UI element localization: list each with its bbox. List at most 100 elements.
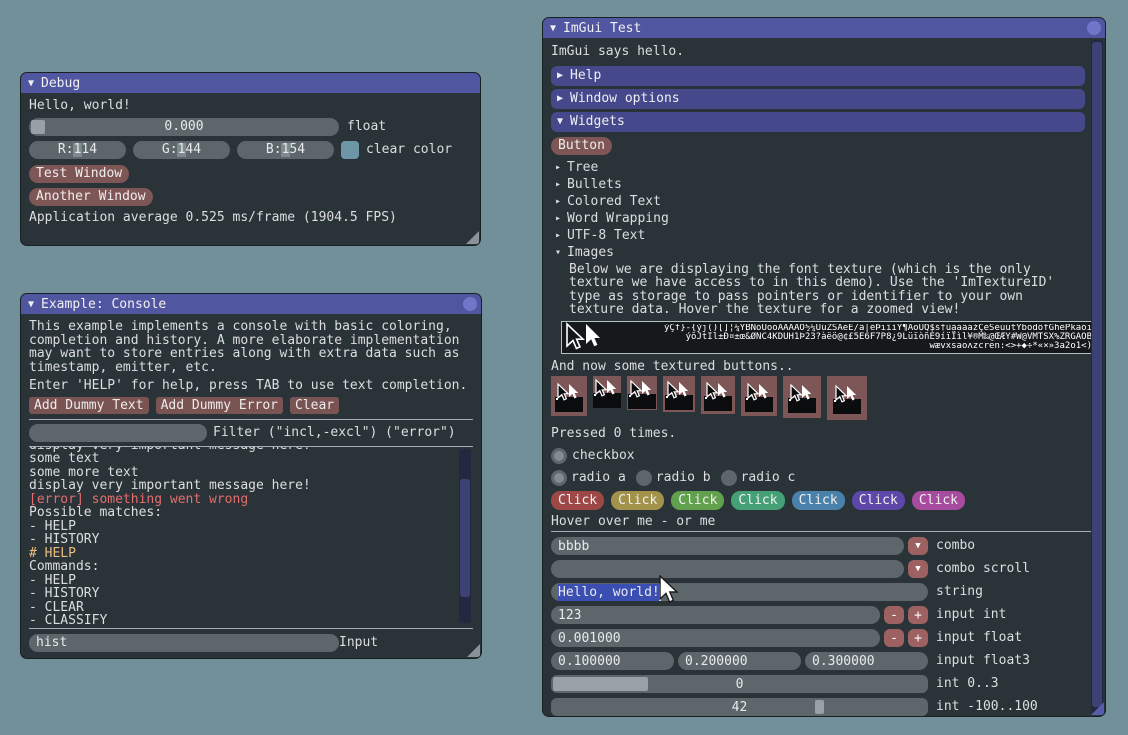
slider-int-b[interactable]: 42 — [551, 698, 928, 716]
log-line: - HISTORY — [29, 533, 473, 547]
tree-item-tree[interactable]: ▸Tree — [555, 161, 1097, 175]
combo-arrow-icon: ▼ — [915, 541, 920, 551]
image-button[interactable] — [741, 376, 777, 416]
font-texture-image[interactable]: ýÇf}-{ýj()[]¦¼ÝBÑòÙöóÄÂÀÀÖ½¼ÙúŽŠÂéÉ/â|èÞ… — [561, 321, 1093, 354]
tree-item-utf-8-text[interactable]: ▸UTF-8 Text — [555, 229, 1097, 243]
cursor-texture-icon — [745, 397, 773, 412]
input-float3-z[interactable]: 0.300000 — [805, 652, 928, 670]
image-button[interactable] — [663, 376, 695, 412]
hello-world-text: Hello, world! — [29, 99, 472, 113]
another-window-button[interactable]: Another Window — [29, 188, 153, 206]
radio-button-a[interactable] — [551, 470, 567, 486]
drag-blue[interactable]: B:154 — [237, 141, 334, 159]
drag-red[interactable]: R:114 — [29, 141, 126, 159]
input-float3-x[interactable]: 0.100000 — [551, 652, 674, 670]
combo-box[interactable]: bbbb — [551, 537, 904, 555]
cursor-glyphs-icon — [564, 322, 608, 352]
input-int-row: 123 - + input int — [551, 606, 1097, 624]
slider-int-a[interactable]: 0 — [551, 675, 928, 693]
image-button[interactable] — [827, 376, 867, 420]
radio-button-b[interactable] — [636, 470, 652, 486]
console-titlebar[interactable]: ▼ Example: Console — [21, 294, 481, 314]
input-float3-y[interactable]: 0.200000 — [678, 652, 801, 670]
increment-button[interactable]: + — [908, 629, 928, 647]
collapse-triangle-icon[interactable]: ▼ — [28, 299, 34, 310]
click-button-3[interactable]: Click — [731, 491, 784, 510]
hover-text[interactable]: Hover over me - or me — [551, 515, 1097, 529]
combo-arrow-button[interactable]: ▼ — [908, 537, 928, 555]
tree-item-images[interactable]: ▾Images — [555, 246, 1097, 260]
click-button-4[interactable]: Click — [792, 491, 845, 510]
log-scrollbar-thumb[interactable] — [460, 479, 470, 597]
collapse-triangle-icon[interactable]: ▼ — [28, 78, 34, 89]
image-button[interactable] — [593, 376, 621, 408]
resize-grip[interactable] — [466, 231, 479, 244]
log-line: - HELP — [29, 520, 473, 534]
image-button[interactable] — [627, 376, 657, 410]
radio-button-c[interactable] — [721, 470, 737, 486]
click-button-5[interactable]: Click — [852, 491, 905, 510]
header-window-options[interactable]: ▶ Window options — [551, 89, 1085, 109]
image-button[interactable] — [551, 376, 587, 416]
click-button-1[interactable]: Click — [611, 491, 664, 510]
image-button[interactable] — [783, 376, 821, 418]
add-dummy-text-button[interactable]: Add Dummy Text — [29, 397, 149, 414]
combo-row: bbbb ▼ combo — [551, 537, 1097, 555]
slider-int-b-row: 42 int -100..100 — [551, 698, 1097, 716]
image-button[interactable] — [701, 376, 735, 414]
clear-color-label: clear color — [366, 142, 452, 157]
string-input-label: string — [936, 583, 983, 601]
decrement-button[interactable]: - — [884, 606, 904, 624]
close-button[interactable] — [1087, 21, 1101, 35]
log-line: display very important message here! — [29, 479, 473, 493]
combo-scroll-arrow-button[interactable]: ▼ — [908, 560, 928, 578]
click-button-6[interactable]: Click — [912, 491, 965, 510]
imgui-hello-text: ImGui says hello. — [551, 45, 1097, 59]
checkbox[interactable] — [551, 448, 567, 464]
string-input[interactable]: Hello, world! — [551, 583, 928, 601]
header-help[interactable]: ▶ Help — [551, 66, 1085, 86]
images-description-text: Below we are displaying the font texture… — [569, 263, 1069, 317]
tree-item-colored-text[interactable]: ▸Colored Text — [555, 195, 1097, 209]
radio-label: radio a — [571, 470, 626, 485]
test-window-button[interactable]: Test Window — [29, 165, 129, 183]
imgui-titlebar[interactable]: ▼ ImGui Test — [543, 18, 1105, 38]
click-button-0[interactable]: Click — [551, 491, 604, 510]
resize-grip[interactable] — [1091, 702, 1104, 715]
add-dummy-error-button[interactable]: Add Dummy Error — [156, 397, 283, 414]
log-line: - CLEAR — [29, 601, 473, 615]
decrement-button[interactable]: - — [884, 629, 904, 647]
increment-button[interactable]: + — [908, 606, 928, 624]
tree-item-bullets[interactable]: ▸Bullets — [555, 178, 1097, 192]
clear-button[interactable]: Clear — [290, 397, 339, 414]
tree-item-label: Bullets — [567, 177, 622, 192]
debug-titlebar[interactable]: ▼ Debug — [21, 73, 480, 93]
log-line: # HELP — [29, 547, 473, 561]
console-help-text: Enter 'HELP' for help, press TAB to use … — [29, 379, 473, 393]
float-slider[interactable]: 0.000 — [29, 118, 339, 136]
tree-item-word-wrapping[interactable]: ▸Word Wrapping — [555, 212, 1097, 226]
button-widget[interactable]: Button — [551, 137, 612, 155]
window-scrollbar-thumb[interactable] — [1092, 42, 1102, 707]
input-float-field[interactable]: 0.001000 — [551, 629, 880, 647]
collapse-triangle-icon[interactable]: ▼ — [550, 23, 556, 34]
console-input[interactable]: hist — [29, 634, 339, 652]
resize-grip[interactable] — [467, 644, 480, 657]
combo-arrow-icon: ▼ — [915, 564, 920, 574]
filter-input[interactable] — [29, 424, 207, 442]
log-line: Commands: — [29, 560, 473, 574]
click-button-2[interactable]: Click — [671, 491, 724, 510]
drag-green[interactable]: G:144 — [133, 141, 230, 159]
close-button[interactable] — [463, 297, 477, 311]
window-scrollbar[interactable] — [1091, 40, 1103, 713]
input-int-label: input int — [936, 606, 1006, 624]
log-scrollbar[interactable] — [459, 449, 471, 623]
color-swatch[interactable] — [341, 141, 359, 159]
combo-scroll-box[interactable] — [551, 560, 904, 578]
header-label: Window options — [570, 91, 680, 106]
window-title: ImGui Test — [563, 21, 641, 36]
console-log[interactable]: display very important message here!some… — [29, 447, 473, 625]
header-widgets[interactable]: ▼ Widgets — [551, 112, 1085, 132]
input-int-field[interactable]: 123 — [551, 606, 880, 624]
cursor-texture-icon — [628, 394, 656, 409]
